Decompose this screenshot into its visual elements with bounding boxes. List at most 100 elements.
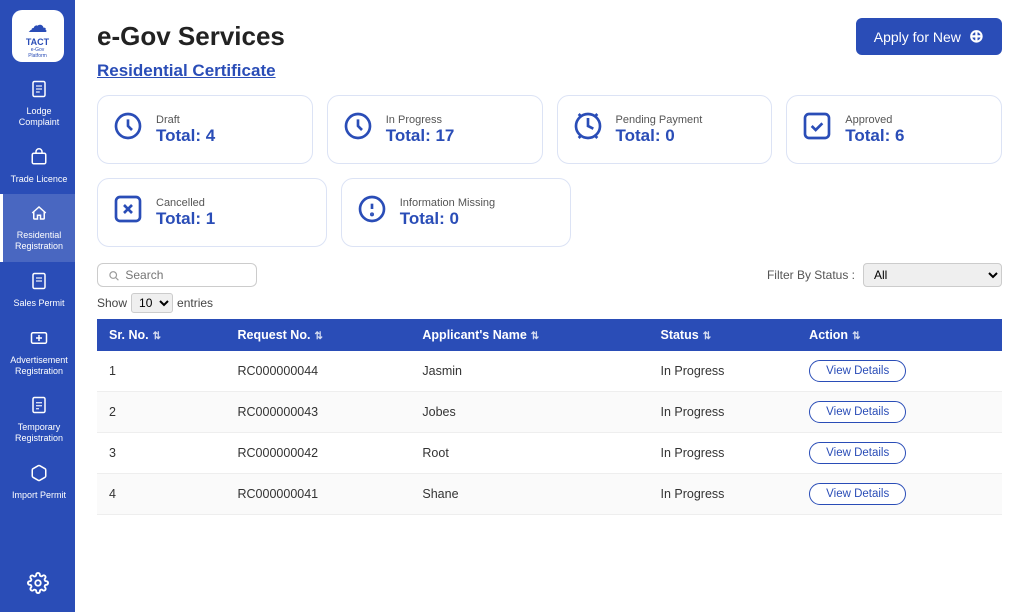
card-cancelled-value: Total: 1 (156, 209, 215, 229)
col-action: Action⇅ (797, 319, 1002, 351)
view-details-button[interactable]: View Details (809, 442, 906, 464)
col-request-no: Request No.⇅ (226, 319, 411, 351)
apply-btn-label: Apply for New (874, 29, 961, 45)
sidebar-lodge-complaint-label: Lodge Complaint (7, 106, 71, 128)
cell-action: View Details (797, 474, 1002, 515)
cell-name: Jobes (410, 392, 648, 433)
cell-request-no: RC000000044 (226, 351, 411, 392)
card-cancelled-label: Cancelled (156, 197, 215, 209)
card-info-missing-value: Total: 0 (400, 209, 495, 229)
card-approved[interactable]: Approved Total: 6 (786, 95, 1002, 164)
table-controls: Filter By Status : All Draft In Progress… (97, 263, 1002, 287)
sidebar-item-import-permit[interactable]: Import Permit (0, 454, 75, 511)
card-in-progress-value: Total: 17 (386, 126, 455, 146)
sidebar-temporary-label: Temporary Registration (7, 422, 71, 444)
sort-name-icon: ⇅ (531, 331, 539, 342)
apply-for-new-button[interactable]: Apply for New ⊕ (856, 18, 1002, 55)
header-row: e-Gov Services Apply for New ⊕ (97, 18, 1002, 55)
sidebar-item-advertisement-registration[interactable]: Advertisement Registration (0, 319, 75, 387)
filter-label: Filter By Status : (767, 268, 855, 282)
cell-request-no: RC000000043 (226, 392, 411, 433)
sidebar-item-temporary-registration[interactable]: Temporary Registration (0, 386, 75, 454)
card-draft-label: Draft (156, 114, 215, 126)
sidebar-advertisement-label: Advertisement Registration (7, 355, 71, 377)
view-details-button[interactable]: View Details (809, 401, 906, 423)
search-box[interactable] (97, 263, 257, 287)
plus-icon: ⊕ (969, 26, 984, 47)
card-pending-payment-content: Pending Payment Total: 0 (616, 114, 703, 146)
card-in-progress-label: In Progress (386, 114, 455, 126)
cell-action: View Details (797, 351, 1002, 392)
settings-button[interactable] (27, 572, 49, 600)
entries-label: entries (177, 296, 213, 310)
card-draft-content: Draft Total: 4 (156, 114, 215, 146)
cell-action: View Details (797, 433, 1002, 474)
card-cancelled-content: Cancelled Total: 1 (156, 197, 215, 229)
view-details-button[interactable]: View Details (809, 360, 906, 382)
sidebar-residential-label: Residential Registration (7, 230, 71, 252)
draft-icon (112, 110, 144, 149)
table-row: 4 RC000000041 Shane In Progress View Det… (97, 474, 1002, 515)
cell-status: In Progress (648, 433, 797, 474)
card-info-missing-label: Information Missing (400, 197, 495, 209)
advertisement-icon (30, 329, 48, 352)
sidebar-sales-permit-label: Sales Permit (13, 298, 64, 309)
cancelled-icon (112, 193, 144, 232)
card-information-missing[interactable]: Information Missing Total: 0 (341, 178, 571, 247)
col-applicants-name: Applicant's Name⇅ (410, 319, 648, 351)
sort-sr-icon: ⇅ (153, 331, 161, 342)
sort-req-icon: ⇅ (314, 331, 322, 342)
cell-sr: 2 (97, 392, 226, 433)
sidebar-item-lodge-complaint[interactable]: Lodge Complaint (0, 70, 75, 138)
logo-text: TACT (26, 38, 49, 47)
table-row: 1 RC000000044 Jasmin In Progress View De… (97, 351, 1002, 392)
card-draft-value: Total: 4 (156, 126, 215, 146)
main-content: e-Gov Services Apply for New ⊕ Residenti… (75, 0, 1024, 612)
card-in-progress[interactable]: In Progress Total: 17 (327, 95, 543, 164)
card-info-missing-content: Information Missing Total: 0 (400, 197, 495, 229)
col-status: Status⇅ (648, 319, 797, 351)
sort-action-icon: ⇅ (852, 331, 860, 342)
filter-status-select[interactable]: All Draft In Progress Pending Payment Ap… (863, 263, 1002, 287)
approved-icon (801, 110, 833, 149)
cell-request-no: RC000000041 (226, 474, 411, 515)
sort-status-icon: ⇅ (703, 331, 711, 342)
card-pending-payment-value: Total: 0 (616, 126, 703, 146)
cell-status: In Progress (648, 392, 797, 433)
card-in-progress-content: In Progress Total: 17 (386, 114, 455, 146)
cell-name: Jasmin (410, 351, 648, 392)
card-approved-content: Approved Total: 6 (845, 114, 904, 146)
applications-table: Sr. No.⇅ Request No.⇅ Applicant's Name⇅ … (97, 319, 1002, 515)
subtitle: Residential Certificate (97, 61, 1002, 81)
sidebar-item-residential-registration[interactable]: Residential Registration (0, 194, 75, 262)
sidebar: ☁ TACT e-GovPlatform Lodge Complaint Tra… (0, 0, 75, 612)
import-permit-icon (30, 464, 48, 487)
information-missing-icon (356, 193, 388, 232)
card-pending-payment[interactable]: Pending Payment Total: 0 (557, 95, 773, 164)
filter-row: Filter By Status : All Draft In Progress… (767, 263, 1002, 287)
view-details-button[interactable]: View Details (809, 483, 906, 505)
table-row: 2 RC000000043 Jobes In Progress View Det… (97, 392, 1002, 433)
status-cards-row1: Draft Total: 4 In Progress Total: 17 Pen… (97, 95, 1002, 164)
card-approved-label: Approved (845, 114, 904, 126)
page-title: e-Gov Services (97, 21, 285, 52)
cell-sr: 3 (97, 433, 226, 474)
card-draft[interactable]: Draft Total: 4 (97, 95, 313, 164)
sidebar-item-sales-permit[interactable]: Sales Permit (0, 262, 75, 319)
trade-licence-icon (30, 148, 48, 171)
in-progress-icon (342, 110, 374, 149)
cell-status: In Progress (648, 474, 797, 515)
search-input[interactable] (125, 268, 246, 282)
app-logo: ☁ TACT e-GovPlatform (12, 10, 64, 62)
pending-payment-icon (572, 110, 604, 149)
card-approved-value: Total: 6 (845, 126, 904, 146)
cell-sr: 4 (97, 474, 226, 515)
cell-request-no: RC000000042 (226, 433, 411, 474)
sidebar-item-trade-licence[interactable]: Trade Licence (0, 138, 75, 195)
card-cancelled[interactable]: Cancelled Total: 1 (97, 178, 327, 247)
show-entries-row: Show 10 25 50 entries (97, 293, 1002, 313)
search-icon (108, 269, 119, 282)
cell-status: In Progress (648, 351, 797, 392)
table-row: 3 RC000000042 Root In Progress View Deta… (97, 433, 1002, 474)
show-count-select[interactable]: 10 25 50 (131, 293, 173, 313)
